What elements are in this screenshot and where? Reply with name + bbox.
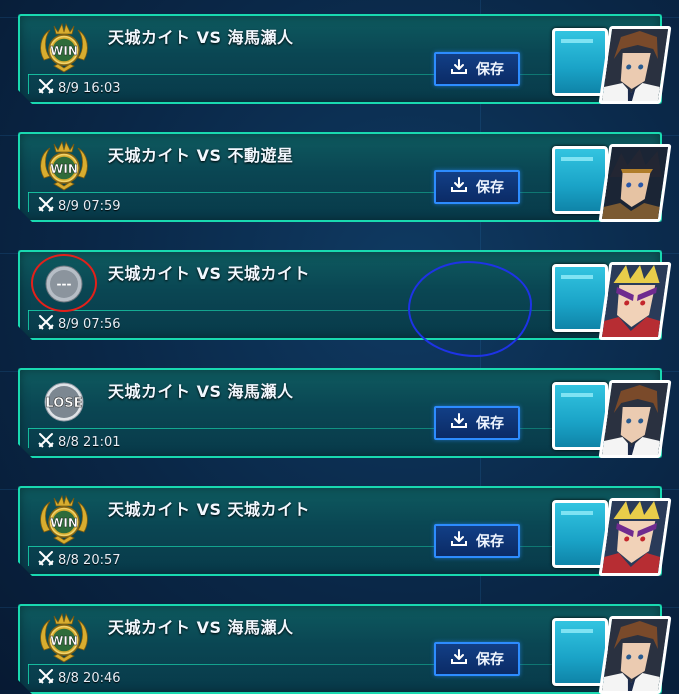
duel-title: 天城カイト VS 天城カイト — [108, 500, 311, 519]
svg-text:---: --- — [57, 277, 72, 291]
timestamp-text: 8/9 07:56 — [58, 316, 121, 332]
deck-box-icon — [552, 264, 608, 332]
deck-box-icon — [552, 146, 608, 214]
svg-text:WIN: WIN — [50, 634, 78, 648]
download-icon — [450, 649, 468, 669]
win-badge-icon: WIN — [36, 22, 92, 74]
svg-text:WIN: WIN — [50, 44, 78, 58]
row-divider-vertical — [28, 664, 29, 684]
win-badge-icon: WIN — [36, 494, 92, 546]
duel-title: 天城カイト VS 不動遊星 — [108, 146, 294, 165]
deck-box-icon — [552, 28, 608, 96]
timestamp-text: 8/8 21:01 — [58, 434, 121, 450]
duel-timestamp: 8/9 16:03 — [38, 78, 121, 98]
row-divider-vertical — [28, 74, 29, 94]
row-divider-vertical — [28, 546, 29, 566]
deck-box-icon — [552, 382, 608, 450]
crossed-swords-icon — [38, 432, 54, 452]
download-icon — [450, 59, 468, 79]
portrait-yusei-fudo-icon — [598, 144, 672, 222]
duel-timestamp: 8/9 07:56 — [38, 314, 121, 334]
duel-title: 天城カイト VS 海馬瀬人 — [108, 28, 294, 47]
deck-box-icon — [552, 500, 608, 568]
svg-text:LOSE: LOSE — [45, 396, 82, 411]
portrait-kaito-tenjo-icon — [598, 498, 672, 576]
save-replay-button[interactable]: 保存 — [434, 406, 520, 440]
portrait-seto-kaiba-icon — [598, 26, 672, 104]
save-label: 保存 — [476, 534, 504, 550]
save-label: 保存 — [476, 416, 504, 432]
duel-title: 天城カイト VS 海馬瀬人 — [108, 382, 294, 401]
save-replay-button[interactable]: 保存 — [434, 642, 520, 676]
timestamp-text: 8/8 20:46 — [58, 670, 121, 686]
crossed-swords-icon — [38, 78, 54, 98]
row-divider-vertical — [28, 310, 29, 330]
svg-text:WIN: WIN — [50, 162, 78, 176]
row-divider-vertical — [28, 192, 29, 212]
portrait-seto-kaiba-icon — [598, 380, 672, 458]
timestamp-text: 8/9 07:59 — [58, 198, 121, 214]
win-badge-icon: WIN — [36, 140, 92, 192]
save-label: 保存 — [476, 652, 504, 668]
win-badge-icon: WIN — [36, 612, 92, 664]
lose-badge-icon: LOSE — [36, 376, 92, 428]
crossed-swords-icon — [38, 550, 54, 570]
duel-timestamp: 8/9 07:59 — [38, 196, 121, 216]
deck-box-icon — [552, 618, 608, 686]
duel-timestamp: 8/8 21:01 — [38, 432, 121, 452]
crossed-swords-icon — [38, 196, 54, 216]
save-label: 保存 — [476, 62, 504, 78]
save-replay-button[interactable]: 保存 — [434, 170, 520, 204]
download-icon — [450, 531, 468, 551]
timestamp-text: 8/8 20:57 — [58, 552, 121, 568]
save-replay-button[interactable]: 保存 — [434, 524, 520, 558]
crossed-swords-icon — [38, 668, 54, 688]
duel-timestamp: 8/8 20:46 — [38, 668, 121, 688]
download-icon — [450, 177, 468, 197]
svg-text:WIN: WIN — [50, 516, 78, 530]
crossed-swords-icon — [38, 314, 54, 334]
portrait-seto-kaiba-icon — [598, 616, 672, 694]
portrait-kaito-tenjo-icon — [598, 262, 672, 340]
timestamp-text: 8/9 16:03 — [58, 80, 121, 96]
duel-title: 天城カイト VS 海馬瀬人 — [108, 618, 294, 637]
download-icon — [450, 413, 468, 433]
row-divider-vertical — [28, 428, 29, 448]
duel-timestamp: 8/8 20:57 — [38, 550, 121, 570]
duel-title: 天城カイト VS 天城カイト — [108, 264, 311, 283]
save-label: 保存 — [476, 180, 504, 196]
no-result-badge-icon: --- — [36, 258, 92, 310]
save-replay-button[interactable]: 保存 — [434, 52, 520, 86]
